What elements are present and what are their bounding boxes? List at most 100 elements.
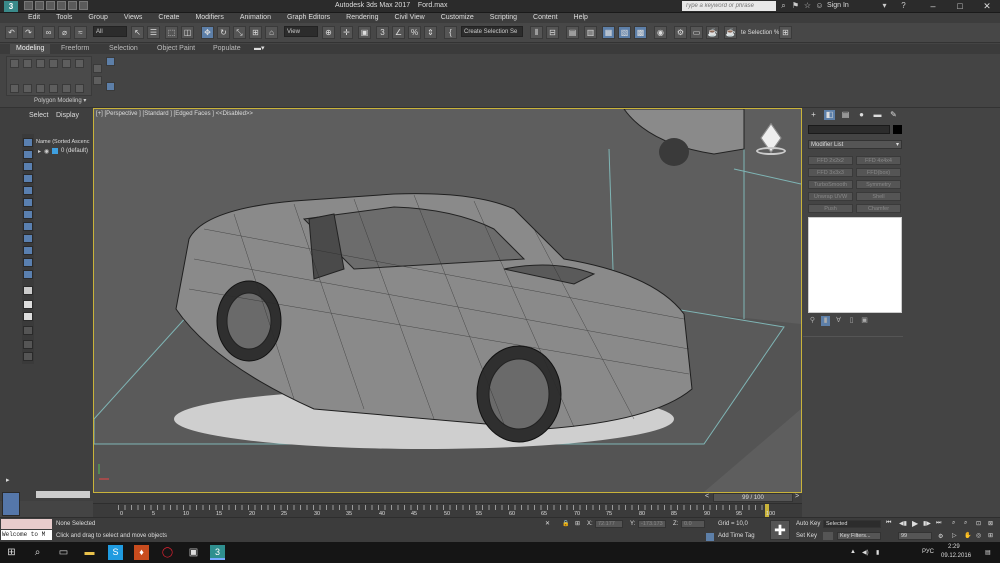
preview-multi-icon[interactable] — [75, 84, 84, 93]
select-rotate-icon[interactable]: ↻ — [217, 26, 230, 39]
named-selection-dropdown[interactable]: Create Selection Se — [461, 26, 523, 37]
menu-modifiers[interactable]: Modifiers — [187, 13, 231, 23]
unlink-icon[interactable]: ⌀ — [58, 26, 71, 39]
zoom-all-icon[interactable]: ⌕ — [964, 520, 967, 527]
toolbar-grid-icon[interactable]: ⊞ — [779, 26, 792, 39]
lock-cell-icon[interactable] — [23, 352, 33, 361]
angle-snap-icon[interactable]: ∠ — [392, 26, 405, 39]
time-slider[interactable]: 99 / 100 — [713, 493, 793, 502]
percent-snap-icon[interactable]: % — [408, 26, 421, 39]
time-tag-icon[interactable] — [706, 533, 714, 541]
display-cameras-icon[interactable] — [23, 186, 33, 195]
scene-explorer-scrollbar[interactable] — [36, 491, 90, 498]
object-name-field[interactable] — [808, 125, 890, 134]
favorites-icon[interactable]: ☆ — [803, 1, 812, 11]
modifier-stack-list[interactable] — [808, 217, 902, 313]
redo-icon[interactable] — [68, 1, 77, 10]
app-icon[interactable]: ♦ — [134, 545, 149, 560]
mirror-icon[interactable]: ⫴ — [530, 26, 543, 39]
rect-selection-icon[interactable]: ⬚ — [165, 26, 178, 39]
opera-icon[interactable]: ◯ — [160, 545, 175, 560]
clock-time[interactable]: 2:29 — [948, 544, 960, 550]
pan-icon[interactable]: ✋ — [964, 532, 971, 539]
display-hidden-icon[interactable] — [23, 286, 33, 295]
undo-icon[interactable]: ↶ — [5, 26, 18, 39]
filter-icon[interactable] — [23, 326, 33, 335]
display-frozen-icon[interactable] — [23, 270, 33, 279]
track-bar[interactable]: 0 5 10 15 20 25 30 35 40 45 50 55 60 65 … — [93, 503, 802, 518]
add-time-tag-button[interactable]: Add Time Tag — [718, 533, 755, 539]
modify-tab-icon[interactable]: ◧ — [824, 110, 835, 120]
menu-civil-view[interactable]: Civil View — [386, 13, 432, 23]
toggle-ribbon-icon[interactable]: ▦ — [602, 26, 615, 39]
modifier-ffd-box-button[interactable]: FFD(box) — [856, 168, 901, 177]
search-icon[interactable]: ⌕ — [779, 1, 788, 11]
show-end-result-icon[interactable] — [36, 84, 45, 93]
help-icon[interactable]: ? — [899, 1, 908, 11]
reference-coordinate-dropdown[interactable]: View — [284, 26, 318, 37]
modifier-shell-button[interactable]: Shell — [856, 192, 901, 201]
utilities-tab-icon[interactable]: ✎ — [888, 110, 899, 120]
project-folder-icon[interactable] — [79, 1, 88, 10]
preview-off-icon[interactable] — [49, 84, 58, 93]
modify-mode-icon[interactable] — [75, 59, 84, 68]
display-helpers-icon[interactable] — [23, 198, 33, 207]
previous-frame-icon[interactable]: ◀▮ — [899, 520, 907, 527]
pin-stack-icon[interactable]: ⚲ — [808, 316, 817, 326]
play-icon[interactable]: ▶ — [912, 519, 918, 528]
workspace-icon[interactable] — [2, 492, 20, 516]
layer-explorer-icon[interactable]: ▥ — [584, 26, 597, 39]
tab-selection[interactable]: Selection — [109, 44, 138, 54]
windows-start-icon[interactable]: ⊞ — [4, 545, 19, 560]
show-end-result-icon[interactable]: ▮ — [821, 316, 830, 326]
edge-icon[interactable] — [23, 59, 32, 68]
notifications-icon[interactable]: ▤ — [985, 549, 991, 556]
maxscript-listener-output[interactable] — [1, 519, 52, 529]
modifier-list-dropdown[interactable]: Modifier List ▾ — [808, 140, 902, 149]
media-player-icon[interactable]: ▣ — [186, 545, 201, 560]
placement-icon[interactable]: ⌂ — [265, 26, 278, 39]
menu-create[interactable]: Create — [150, 13, 187, 23]
configure-sets-icon[interactable]: ▣ — [860, 316, 869, 326]
material-editor-icon[interactable]: ◉ — [654, 26, 667, 39]
display-all-icon[interactable] — [23, 300, 33, 309]
selection-filter-dropdown[interactable]: All — [93, 26, 127, 37]
expand-arrow-icon[interactable]: ▸ — [38, 148, 41, 155]
file-explorer-icon[interactable]: ▬ — [82, 545, 97, 560]
minimize-button[interactable]: – — [920, 0, 946, 12]
display-xrefs-icon[interactable] — [23, 234, 33, 243]
sync-selection-icon[interactable] — [23, 340, 33, 349]
menu-tools[interactable]: Tools — [48, 13, 80, 23]
absolute-mode-icon[interactable]: ⊞ — [575, 520, 580, 527]
modifier-push-button[interactable]: Push — [808, 204, 853, 213]
menu-rendering[interactable]: Rendering — [338, 13, 386, 23]
menu-help[interactable]: Help — [566, 13, 596, 23]
modifier-unwrap-uvw-button[interactable]: Unwrap UVW — [808, 192, 853, 201]
display-none-icon[interactable] — [23, 138, 33, 147]
render-production-icon[interactable]: ☕ — [706, 26, 719, 39]
schematic-view-icon[interactable]: ▩ — [634, 26, 647, 39]
key-filters-button[interactable]: Key Filters... — [837, 532, 881, 540]
undo-icon[interactable] — [57, 1, 66, 10]
go-to-end-icon[interactable]: ⏭ — [936, 520, 941, 527]
field-of-view-icon[interactable]: ▷ — [952, 532, 957, 539]
display-geometry-icon[interactable] — [23, 150, 33, 159]
display-tab-icon[interactable]: ▬ — [872, 110, 883, 120]
pivot-center-icon[interactable]: ⊕ — [322, 26, 335, 39]
prev-frame-icon[interactable]: < — [705, 493, 709, 500]
snaps-toggle-icon[interactable]: 3 — [376, 26, 389, 39]
ribbon-panel-icon-top[interactable] — [106, 57, 115, 66]
select-object-icon[interactable]: ↖ — [131, 26, 144, 39]
select-scale-icon[interactable]: ⤡ — [233, 26, 246, 39]
collapse-stack-icon[interactable] — [23, 84, 32, 93]
clock-date[interactable]: 09.12.2016 — [941, 553, 971, 559]
modifier-turbosmooth-button[interactable]: TurboSmooth — [808, 180, 853, 189]
viewcube[interactable] — [756, 123, 786, 157]
save-file-icon[interactable] — [46, 1, 55, 10]
modifier-ffd-4x4x4-button[interactable]: FFD 4x4x4 — [856, 156, 901, 165]
scene-explorer-select-tab[interactable]: Select — [29, 112, 48, 119]
tray-volume-icon[interactable]: ◀) — [862, 549, 869, 556]
tab-populate[interactable]: Populate — [213, 44, 241, 54]
infocenter-icon[interactable]: ⚑ — [791, 1, 800, 11]
ribbon-panel-icon-bottom[interactable] — [106, 82, 115, 91]
